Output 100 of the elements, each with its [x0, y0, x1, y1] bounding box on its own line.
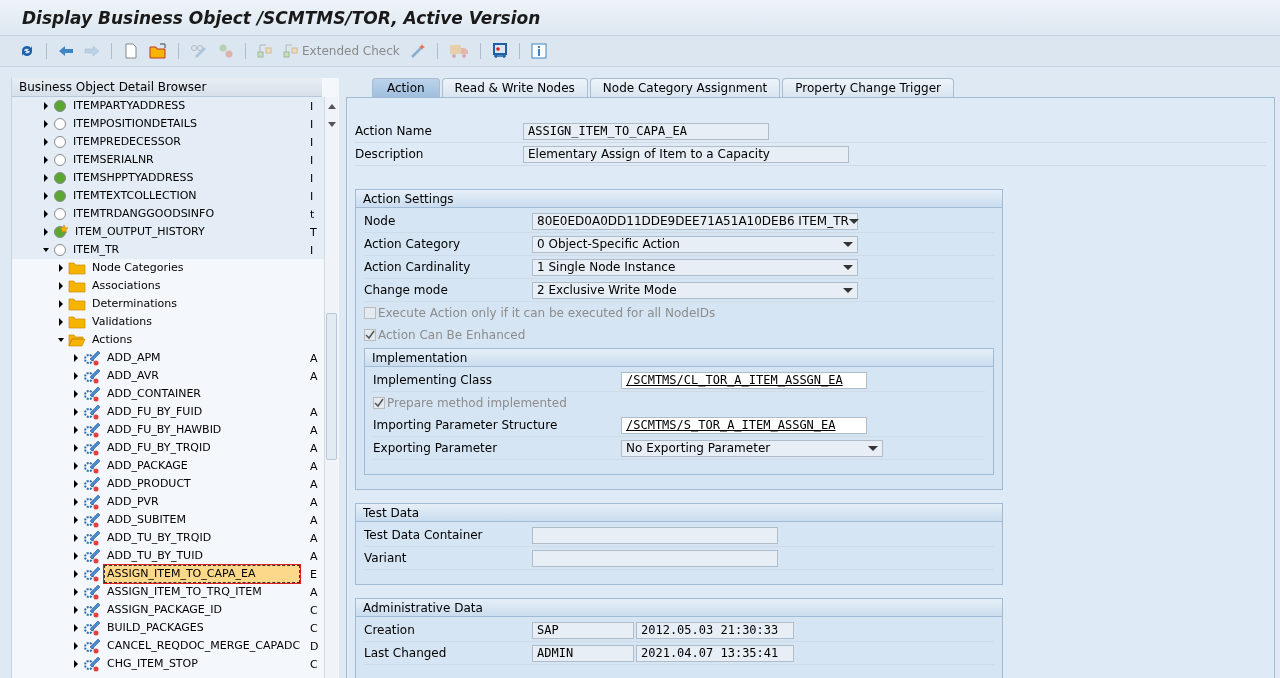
tree-item[interactable]: ITEM_OUTPUT_HISTORY [72, 223, 208, 241]
tree-item[interactable]: ADD_FU_BY_FUID [104, 403, 206, 421]
dropdown-field[interactable]: 80E0ED0A0DD11DDE9DEE71A51A10DEB6 ITEM_TR [532, 212, 858, 230]
expand-icon[interactable] [72, 624, 80, 632]
collapse-icon[interactable] [57, 336, 65, 344]
tab[interactable]: Read & Write Nodes [441, 78, 588, 97]
expand-icon[interactable] [72, 390, 80, 398]
tree-item[interactable]: ADD_PRODUCT [104, 475, 194, 493]
tree-item[interactable]: ITEMTRDANGGOODSINFO [70, 205, 218, 223]
tree-item[interactable]: Associations [89, 277, 164, 295]
caret-icon [843, 287, 853, 293]
display-icon [491, 43, 508, 59]
input-field[interactable]: Elementary Assign of Item to a Capacity [523, 145, 849, 163]
tree-column-text: D [310, 639, 319, 653]
dropdown-field[interactable]: 2 Exclusive Write Mode [532, 281, 858, 299]
tree-item[interactable]: ASSIGN_ITEM_TO_TRQ_ITEM [104, 583, 265, 601]
expand-icon[interactable] [42, 210, 50, 218]
expand-icon[interactable] [72, 480, 80, 488]
input-field[interactable]: ASSIGN_ITEM_TO_CAPA_EA [523, 122, 769, 140]
expand-icon[interactable] [57, 264, 65, 272]
tab[interactable]: Action [372, 78, 440, 97]
tab[interactable]: Property Change Trigger [782, 78, 954, 97]
expand-icon[interactable] [72, 462, 80, 470]
tree-item[interactable]: ITEMTEXTCOLLECTION [70, 187, 200, 205]
tree-column-text: I [310, 117, 314, 131]
tree-item[interactable]: BUILD_PACKAGES [104, 619, 207, 637]
tree-item[interactable]: CHG_ITEM_STOP [104, 655, 201, 673]
field-label: Description [355, 147, 425, 161]
input-field[interactable] [532, 549, 778, 567]
tree-column-text: A [310, 513, 318, 527]
expand-icon[interactable] [72, 606, 80, 614]
expand-icon[interactable] [72, 444, 80, 452]
tree-item[interactable]: ADD_APM [104, 349, 164, 367]
expand-icon[interactable] [42, 156, 50, 164]
field-label: Implementing Class [373, 373, 493, 387]
expand-icon[interactable] [42, 228, 50, 236]
expand-icon[interactable] [72, 642, 80, 650]
expand-icon[interactable] [57, 282, 65, 290]
tree-column-text: C [310, 621, 318, 635]
tree-item[interactable]: ADD_TU_BY_TUID [104, 547, 206, 565]
expand-icon[interactable] [57, 318, 65, 326]
dropdown-field[interactable]: 1 Single Node Instance [532, 258, 858, 276]
expand-icon[interactable] [72, 588, 80, 596]
tab[interactable]: Node Category Assignment [589, 78, 781, 97]
tree-column-text: I [310, 189, 314, 203]
tree-item[interactable]: ADD_FU_BY_HAWBID [104, 421, 225, 439]
tree-item[interactable]: ITEMSHPPTYADDRESS [70, 169, 197, 187]
scroll-down-icon[interactable] [327, 121, 336, 127]
tree-item[interactable]: ADD_AVR [104, 367, 162, 385]
tree-item[interactable]: Node Categories [89, 259, 187, 277]
expand-icon[interactable] [42, 120, 50, 128]
expand-icon[interactable] [72, 408, 80, 416]
folder-icon [68, 261, 86, 275]
expand-icon[interactable] [72, 552, 80, 560]
tree-item[interactable]: ITEMSERIALNR [70, 151, 157, 169]
input-field[interactable]: /SCMTMS/CL_TOR_A_ITEM_ASSGN_EA [621, 371, 867, 389]
input-field[interactable] [532, 526, 778, 544]
tree-item[interactable]: ADD_PACKAGE [104, 457, 191, 475]
dropdown-field[interactable]: No Exporting Parameter [621, 439, 883, 457]
tree-column-text: T [310, 225, 317, 239]
scroll-up-icon[interactable] [327, 103, 336, 109]
expand-icon[interactable] [72, 372, 80, 380]
expand-icon[interactable] [42, 138, 50, 146]
forward-arrow-icon [84, 43, 100, 59]
scrollbar[interactable] [324, 97, 338, 678]
field-label: Action Name [355, 124, 433, 138]
expand-icon[interactable] [72, 570, 80, 578]
tree-item[interactable]: ITEMPOSITIONDETAILS [70, 115, 200, 133]
tree-item[interactable]: ITEM_TR [70, 241, 123, 259]
hierarchy-icon [257, 43, 273, 59]
expand-icon[interactable] [72, 354, 80, 362]
input-field[interactable]: /SCMTMS/S_TOR_A_ITEM_ASSGN_EA [621, 416, 867, 434]
expand-icon[interactable] [42, 192, 50, 200]
user-field: SAP [532, 621, 634, 639]
expand-icon[interactable] [72, 498, 80, 506]
field-label: Action Cardinality [364, 260, 472, 274]
collapse-icon[interactable] [42, 246, 50, 254]
gear-pencil-icon [83, 512, 101, 528]
tree-item[interactable]: ASSIGN_PACKAGE_ID [104, 601, 225, 619]
tree-item[interactable]: ASSIGN_ITEM_TO_CAPA_EA [104, 565, 300, 583]
tree-item[interactable]: ADD_SUBITEM [104, 511, 189, 529]
tree-item[interactable]: ITEMPREDECESSOR [70, 133, 184, 151]
tree-item[interactable]: ADD_PVR [104, 493, 162, 511]
expand-icon[interactable] [42, 174, 50, 182]
expand-icon[interactable] [72, 426, 80, 434]
tree-item[interactable]: ITEMPARTYADDRESS [70, 97, 189, 115]
dropdown-field[interactable]: 0 Object-Specific Action [532, 235, 858, 253]
tree-item[interactable]: Actions [89, 331, 136, 349]
expand-icon[interactable] [72, 660, 80, 668]
tree-item[interactable]: ADD_FU_BY_TRQID [104, 439, 214, 457]
expand-icon[interactable] [57, 300, 65, 308]
tree-item[interactable]: Validations [89, 313, 156, 331]
scroll-thumb[interactable] [326, 313, 337, 460]
tree-item[interactable]: Determinations [89, 295, 180, 313]
tree-item[interactable]: CANCEL_REQDOC_MERGE_CAPADC [104, 637, 304, 655]
tree-item[interactable]: ADD_CONTAINER [104, 385, 204, 403]
expand-icon[interactable] [42, 102, 50, 110]
expand-icon[interactable] [72, 516, 80, 524]
tree-item[interactable]: ADD_TU_BY_TRQID [104, 529, 215, 547]
expand-icon[interactable] [72, 534, 80, 542]
